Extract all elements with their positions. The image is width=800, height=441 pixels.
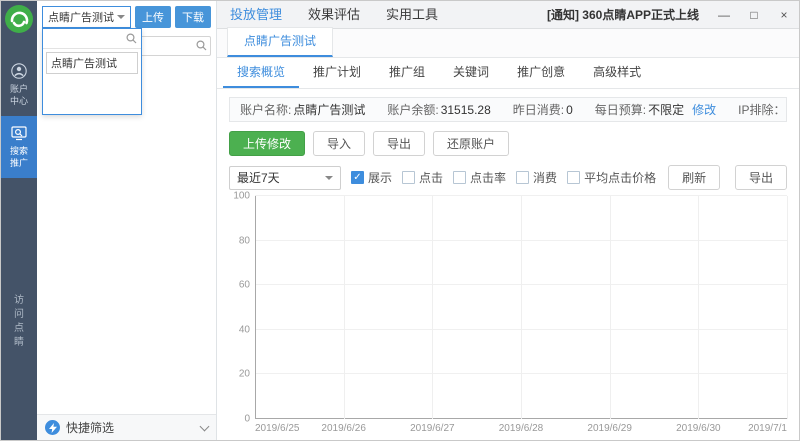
quick-filter-bar[interactable]: 快捷筛选 bbox=[37, 414, 216, 440]
chevron-down-icon[interactable] bbox=[200, 421, 210, 431]
account-dropdown-popup: 点睛广告测试 bbox=[42, 28, 142, 115]
chart-y-axis: 020406080100 bbox=[229, 196, 255, 419]
date-range-value: 最近7天 bbox=[237, 169, 325, 186]
metric-ctr[interactable]: 点击率 bbox=[453, 169, 506, 186]
metric-label: 平均点击价格 bbox=[584, 169, 656, 186]
checkbox-icon[interactable] bbox=[351, 171, 364, 184]
nav-rail: 账户中心 搜索推广 访问点睛 bbox=[1, 1, 37, 440]
rail-item-search-promotion[interactable]: 搜索推广 bbox=[1, 116, 37, 178]
metric-label: 展示 bbox=[368, 169, 392, 186]
account-name-label: 账户名称: bbox=[240, 101, 291, 118]
restore-account-button[interactable]: 还原账户 bbox=[433, 131, 509, 156]
metric-label: 点击率 bbox=[470, 169, 506, 186]
close-button[interactable]: × bbox=[769, 1, 799, 29]
subtab-promotion-creative[interactable]: 推广创意 bbox=[503, 58, 579, 88]
account-select-value: 点睛广告测试 bbox=[48, 9, 117, 25]
export-button[interactable]: 导出 bbox=[373, 131, 425, 156]
app-window: 账户中心 搜索推广 访问点睛 点睛广告测试 上传 下载 bbox=[0, 0, 800, 441]
chevron-down-icon bbox=[117, 15, 125, 23]
dropdown-option-account[interactable]: 点睛广告测试 bbox=[46, 52, 138, 74]
subtab-promotion-plan[interactable]: 推广计划 bbox=[299, 58, 375, 88]
search-icon[interactable] bbox=[196, 40, 207, 51]
rail-item-label: 搜索推广 bbox=[7, 145, 31, 169]
content: 账户名称: 点睛广告测试 账户余额: 31515.28 昨日消费: 0 每日预算… bbox=[217, 89, 799, 440]
account-balance-value: 31515.28 bbox=[441, 103, 491, 117]
sub-tabs: 搜索概览 推广计划 推广组 关键词 推广创意 高级样式 bbox=[217, 58, 799, 89]
lightning-icon bbox=[45, 420, 60, 435]
tab-utilities[interactable]: 实用工具 bbox=[373, 1, 451, 29]
search-promotion-icon bbox=[11, 125, 27, 141]
yesterday-spend-label: 昨日消费: bbox=[513, 101, 564, 118]
titlebar: 投放管理 效果评估 实用工具 [通知] 360点睛APP正式上线 — □ × bbox=[217, 1, 799, 29]
account-name: 账户名称: 点睛广告测试 bbox=[240, 101, 365, 118]
upload-modify-button[interactable]: 上传修改 bbox=[229, 131, 305, 156]
refresh-button[interactable]: 刷新 bbox=[668, 165, 720, 190]
quick-filter-label: 快捷筛选 bbox=[66, 419, 114, 436]
checkbox-icon[interactable] bbox=[453, 171, 466, 184]
metric-label: 消费 bbox=[533, 169, 557, 186]
subtab-advanced-style[interactable]: 高级样式 bbox=[579, 58, 655, 88]
account-select[interactable]: 点睛广告测试 bbox=[42, 6, 131, 28]
download-button[interactable]: 下载 bbox=[175, 6, 211, 28]
tab-account[interactable]: 点睛广告测试 bbox=[227, 27, 333, 57]
upload-button[interactable]: 上传 bbox=[135, 6, 171, 28]
date-range-select[interactable]: 最近7天 bbox=[229, 166, 341, 190]
metric-label: 点击 bbox=[419, 169, 443, 186]
account-info-bar: 账户名称: 点睛广告测试 账户余额: 31515.28 昨日消费: 0 每日预算… bbox=[229, 97, 787, 122]
daily-budget-label: 每日预算: bbox=[595, 101, 646, 118]
ip-exclusion-label: IP排除： bbox=[738, 101, 785, 118]
subtab-search-overview[interactable]: 搜索概览 bbox=[223, 58, 299, 88]
checkbox-icon[interactable] bbox=[402, 171, 415, 184]
actions-row: 上传修改 导入 导出 还原账户 bbox=[229, 131, 787, 156]
metrics-chart: 020406080100 2019/6/252019/6/262019/6/27… bbox=[229, 196, 787, 436]
daily-budget: 每日预算: 不限定 修改 bbox=[595, 101, 716, 118]
maximize-button[interactable]: □ bbox=[739, 1, 769, 29]
import-button[interactable]: 导入 bbox=[313, 131, 365, 156]
account-balance: 账户余额: 31515.28 bbox=[387, 101, 490, 118]
account-name-value: 点睛广告测试 bbox=[293, 101, 365, 118]
search-icon bbox=[126, 33, 137, 44]
rail-item-visit-dianjing[interactable]: 访问点睛 bbox=[13, 294, 25, 350]
tab-delivery-management[interactable]: 投放管理 bbox=[217, 1, 295, 29]
app-logo[interactable] bbox=[4, 4, 34, 34]
user-icon bbox=[11, 63, 27, 79]
metric-clicks[interactable]: 点击 bbox=[402, 169, 443, 186]
metric-impressions[interactable]: 展示 bbox=[351, 169, 392, 186]
checkbox-icon[interactable] bbox=[516, 171, 529, 184]
rail-item-label: 访问点睛 bbox=[13, 294, 25, 350]
account-tab-row: 点睛广告测试 bbox=[217, 29, 799, 58]
checkbox-icon[interactable] bbox=[567, 171, 580, 184]
tab-effect-evaluation[interactable]: 效果评估 bbox=[295, 1, 373, 29]
dianjing-logo-icon bbox=[4, 4, 34, 34]
subtab-keyword[interactable]: 关键词 bbox=[439, 58, 503, 88]
chart-export-button[interactable]: 导出 bbox=[735, 165, 787, 190]
left-panel: 点睛广告测试 上传 下载 点睛广告测试 bbox=[37, 1, 217, 440]
ip-exclusion: IP排除： 已设置(3) bbox=[738, 101, 787, 118]
metric-avg-cpc[interactable]: 平均点击价格 bbox=[567, 169, 656, 186]
daily-budget-value: 不限定 bbox=[648, 101, 684, 118]
chart-plot-area bbox=[255, 196, 787, 419]
ip-exclusion-link[interactable]: 已设置(3) bbox=[786, 101, 787, 118]
chevron-down-icon bbox=[325, 176, 333, 184]
account-balance-label: 账户余额: bbox=[387, 101, 438, 118]
chart-x-axis: 2019/6/252019/6/262019/6/272019/6/282019… bbox=[255, 419, 787, 436]
minimize-button[interactable]: — bbox=[709, 1, 739, 29]
notice-text[interactable]: [通知] 360点睛APP正式上线 bbox=[547, 6, 699, 23]
rail-item-account-center[interactable]: 账户中心 bbox=[1, 54, 37, 116]
metric-spend[interactable]: 消费 bbox=[516, 169, 557, 186]
modify-budget-link[interactable]: 修改 bbox=[692, 101, 716, 118]
dropdown-search[interactable] bbox=[43, 29, 141, 49]
subtab-promotion-group[interactable]: 推广组 bbox=[375, 58, 439, 88]
yesterday-spend: 昨日消费: 0 bbox=[513, 101, 573, 118]
rail-item-label: 账户中心 bbox=[7, 83, 31, 107]
yesterday-spend-value: 0 bbox=[566, 103, 573, 117]
filter-row: 最近7天 展示 点击 点击率 消费 bbox=[229, 165, 787, 190]
main-area: 投放管理 效果评估 实用工具 [通知] 360点睛APP正式上线 — □ × 点… bbox=[217, 1, 799, 440]
